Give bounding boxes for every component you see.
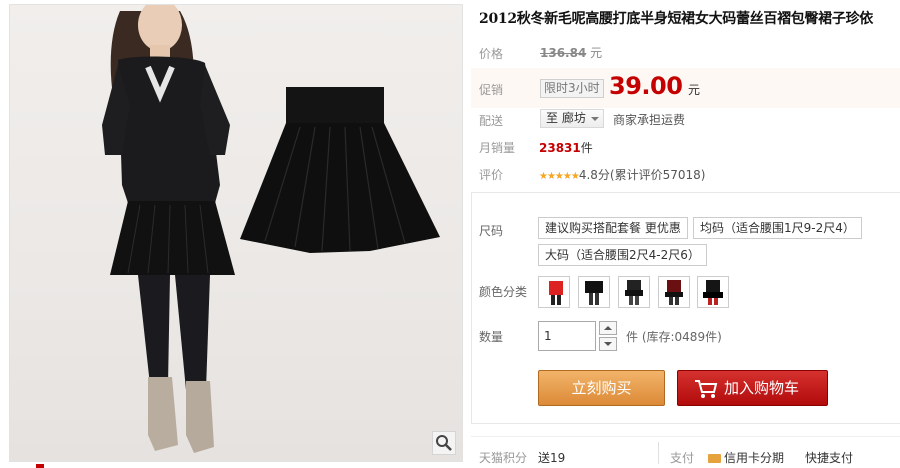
- quantity-label: 数量: [479, 330, 504, 344]
- quantity-input[interactable]: [538, 321, 596, 351]
- magnifier-icon: [436, 435, 452, 451]
- rating-label: 评价: [479, 168, 504, 182]
- shipping-label: 配送: [479, 114, 504, 128]
- zoom-button[interactable]: [432, 431, 456, 455]
- color-label: 颜色分类: [479, 285, 528, 299]
- price-label: 价格: [479, 47, 504, 61]
- shipping-note: 商家承担运费: [613, 113, 686, 127]
- quantity-increase-button[interactable]: [599, 321, 617, 335]
- promo-price-unit: 元: [688, 83, 701, 97]
- points-label: 天猫积分: [479, 451, 528, 465]
- product-photo: [102, 5, 440, 453]
- footer-divider: [471, 436, 900, 437]
- star-rating-icon: ★★★★★: [539, 171, 580, 182]
- promo-label: 促销: [479, 83, 504, 97]
- original-price: 136.84 元: [540, 44, 602, 61]
- color-swatch-black-1[interactable]: [578, 276, 610, 308]
- credit-card-icon: [708, 454, 721, 463]
- sales-label: 月销量: [479, 141, 516, 155]
- swatch-black-1-thumbnail: [585, 281, 603, 305]
- stock-text: 件 (库存:0489件): [626, 330, 722, 344]
- product-title: 2012秋冬新毛呢高腰打底半身短裙女大码蕾丝百褶包臀裙子珍依: [479, 11, 873, 27]
- shipping-destination-select[interactable]: 至 廊坊: [540, 109, 604, 128]
- swatch-black-3-thumbnail: [703, 280, 723, 305]
- size-option-regular[interactable]: 均码（适合腰围1尺9-2尺4）: [693, 217, 862, 239]
- shipping-destination-value: 至 廊坊: [546, 111, 586, 125]
- promo-tag: 限时3小时: [540, 79, 604, 98]
- color-swatch-black-2[interactable]: [618, 276, 650, 308]
- rating-text: 4.8分(累计评价57018): [578, 168, 706, 182]
- swatch-dark-red-thumbnail: [665, 280, 683, 305]
- color-swatch-red[interactable]: [538, 276, 570, 308]
- payment-label: 支付: [670, 451, 695, 465]
- chevron-down-icon: [591, 117, 599, 121]
- product-main-image[interactable]: [9, 4, 463, 462]
- payment-option-installment[interactable]: 信用卡分期: [708, 449, 784, 466]
- quantity-decrease-button[interactable]: [599, 337, 617, 351]
- add-to-cart-button[interactable]: 加入购物车: [677, 370, 828, 406]
- sales-unit: 件: [580, 141, 593, 155]
- cart-icon: [695, 380, 718, 398]
- footer-separator: [658, 442, 659, 464]
- buy-now-button[interactable]: 立刻购买: [538, 370, 665, 406]
- add-to-cart-label: 加入购物车: [724, 379, 800, 397]
- size-option-bundle[interactable]: 建议购买搭配套餐 更优惠: [538, 217, 688, 239]
- payment-option-quick[interactable]: 快捷支付: [805, 449, 853, 466]
- sales-count: 23831: [539, 141, 581, 155]
- original-price-unit: 元: [590, 46, 603, 60]
- rating-summary[interactable]: ★★★★★4.8分(累计评价57018): [539, 166, 705, 183]
- swatch-red-thumbnail: [549, 281, 563, 305]
- size-option-large[interactable]: 大码（适合腰围2尺4-2尺6）: [538, 244, 707, 266]
- points-value: 送19: [538, 451, 566, 465]
- size-label: 尺码: [479, 224, 504, 238]
- color-swatch-dark-red[interactable]: [658, 276, 690, 308]
- promo-section: [471, 68, 900, 108]
- original-price-value: 136.84: [540, 46, 587, 60]
- color-swatch-black-3[interactable]: [697, 276, 729, 308]
- decorative-marker: [36, 464, 44, 468]
- promo-price: 39.00: [609, 72, 683, 100]
- swatch-black-2-thumbnail: [625, 280, 643, 305]
- monthly-sales: 23831件: [539, 139, 593, 156]
- installment-label: 信用卡分期: [724, 451, 785, 465]
